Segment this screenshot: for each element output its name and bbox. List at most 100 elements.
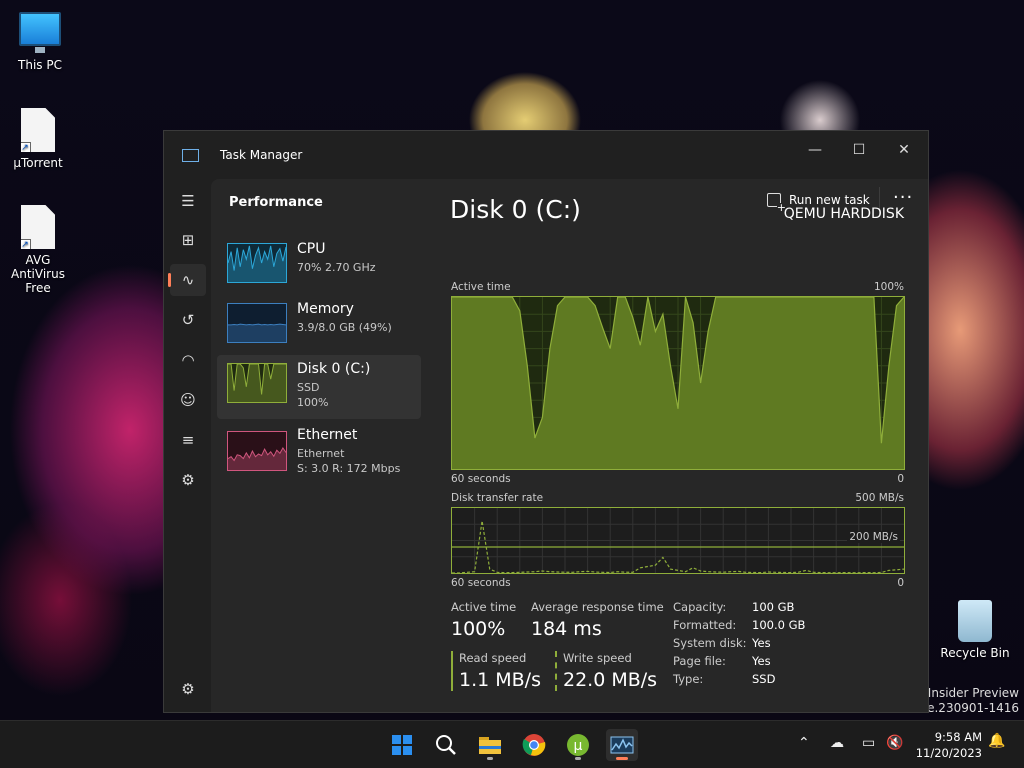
shortcut-arrow-icon: ↗ (21, 239, 31, 249)
system-disk-value: Yes (752, 636, 771, 650)
search-icon[interactable] (430, 729, 462, 761)
running-indicator (616, 757, 628, 760)
disk-thumbnail-graph (227, 363, 287, 403)
users-icon[interactable]: ☺ (170, 384, 206, 416)
file-icon: ↗ (21, 108, 55, 152)
task-manager-icon (182, 149, 199, 162)
transfer-rate-graph-max: 500 MB/s (855, 492, 904, 504)
resource-item-cpu[interactable]: CPU 70% 2.70 GHz (217, 235, 421, 299)
network-off-icon[interactable]: ☁ (830, 735, 844, 751)
capacity-value: 100 GB (752, 600, 795, 614)
notification-bell-icon[interactable]: 🔔 (988, 733, 1005, 749)
file-explorer-icon[interactable] (474, 729, 506, 761)
active-time-stat-value: 100% (451, 618, 506, 640)
resource-item-disk[interactable]: Disk 0 (C:) SSD 100% (217, 355, 421, 419)
display-icon[interactable]: ▭ (862, 735, 875, 751)
task-manager-window: Task Manager — ☐ ✕ ☰ ⊞ ∿ ↺ ◠ ☺ ≡ ⚙ ⚙ Per… (163, 130, 929, 713)
formatted-label: Formatted: (673, 618, 737, 632)
resource-detail: 100% (297, 396, 329, 409)
shortcut-arrow-icon: ↗ (21, 142, 31, 152)
read-speed-legend-line (451, 651, 453, 691)
chrome-icon[interactable] (518, 729, 550, 761)
disk-model: QEMU HARDDISK (783, 206, 904, 222)
svg-text:µ: µ (574, 738, 583, 754)
active-time-graph-duration: 60 seconds (451, 473, 511, 485)
resource-name: Ethernet (297, 427, 358, 443)
computer-icon (19, 12, 61, 53)
resource-name: Disk 0 (C:) (297, 361, 371, 377)
resource-item-memory[interactable]: Memory 3.9/8.0 GB (49%) (217, 295, 421, 359)
startup-apps-icon[interactable]: ◠ (170, 344, 206, 376)
desktop-icon-recycle-bin[interactable]: Recycle Bin (937, 600, 1013, 660)
resource-detail: 3.9/8.0 GB (49%) (297, 321, 392, 334)
system-clock[interactable]: 9:58 AM 11/20/2023 (916, 729, 982, 761)
clock-time: 9:58 AM (934, 730, 982, 744)
task-manager-icon[interactable] (606, 729, 638, 761)
system-disk-label: System disk: (673, 636, 747, 650)
run-new-task-label: Run new task (789, 193, 870, 207)
transfer-rate-graph-duration: 60 seconds (451, 577, 511, 589)
hamburger-menu-icon[interactable]: ☰ (170, 185, 206, 217)
transfer-rate-line-label: 200 MB/s (847, 531, 900, 543)
desktop-icon-avg[interactable]: ↗ AVG AntiVirus Free (0, 205, 76, 295)
read-speed-value: 1.1 MB/s (459, 669, 541, 691)
desktop-icon-label: AVG AntiVirus Free (11, 253, 65, 295)
window-title: Task Manager (220, 148, 303, 162)
recycle-bin-icon (958, 600, 992, 642)
running-indicator (575, 757, 581, 760)
maximize-button[interactable]: ☐ (836, 135, 882, 165)
formatted-value: 100.0 GB (752, 618, 806, 632)
run-new-task-button[interactable]: Run new task (767, 193, 870, 213)
clock-date: 11/20/2023 (915, 746, 982, 760)
running-indicator (487, 757, 493, 760)
resource-detail: SSD (297, 381, 320, 394)
active-time-stat-label: Active time (451, 600, 517, 614)
performance-page: Performance Run new task ··· CPU 70% 2.7… (211, 179, 928, 712)
page-file-label: Page file: (673, 654, 726, 668)
resource-detail: S: 3.0 R: 172 Mbps (297, 462, 401, 475)
avg-response-label: Average response time (531, 600, 664, 614)
active-time-graph-max: 100% (873, 281, 904, 293)
file-icon: ↗ (21, 205, 55, 249)
processes-icon[interactable]: ⊞ (170, 224, 206, 256)
disk-title: Disk 0 (C:) (450, 195, 581, 224)
memory-thumbnail-graph (227, 303, 287, 343)
services-icon[interactable]: ⚙ (170, 464, 206, 496)
performance-icon[interactable]: ∿ (168, 264, 206, 296)
transfer-rate-graph-min: 0 (897, 577, 904, 589)
close-button[interactable]: ✕ (881, 135, 927, 165)
write-speed-legend-line (555, 651, 557, 691)
desktop-icon-label: µTorrent (13, 156, 63, 170)
resource-name: CPU (297, 241, 326, 257)
run-task-icon (767, 193, 786, 213)
resource-item-ethernet[interactable]: Ethernet Ethernet S: 3.0 R: 172 Mbps (217, 421, 421, 485)
resource-detail: 70% 2.70 GHz (297, 261, 376, 274)
desktop-icon-label: Recycle Bin (940, 646, 1010, 660)
thumbnail-area (228, 324, 286, 342)
title-bar[interactable]: Task Manager — ☐ ✕ (164, 131, 928, 179)
navigation-rail: ☰ ⊞ ∿ ↺ ◠ ☺ ≡ ⚙ ⚙ (164, 179, 210, 712)
minimize-button[interactable]: — (792, 135, 838, 165)
page-file-value: Yes (752, 654, 771, 668)
more-options-icon[interactable]: ··· (893, 187, 913, 208)
desktop-icon-this-pc[interactable]: This PC (2, 12, 78, 72)
start-icon[interactable] (386, 729, 418, 761)
utorrent-icon[interactable]: µ (562, 729, 594, 761)
desktop-icon-utorrent[interactable]: ↗ µTorrent (0, 108, 76, 170)
resource-detail: Ethernet (297, 447, 345, 460)
cpu-thumbnail-graph (227, 243, 287, 283)
resource-name: Memory (297, 301, 354, 317)
read-speed-label: Read speed (459, 651, 527, 665)
ethernet-thumbnail-graph (227, 431, 287, 471)
write-speed-label: Write speed (563, 651, 632, 665)
type-label: Type: (673, 672, 704, 686)
details-icon[interactable]: ≡ (170, 424, 206, 456)
chevron-up-icon[interactable]: ⌃ (798, 735, 810, 751)
volume-mute-icon[interactable]: 🔇 (886, 735, 903, 751)
avg-response-value: 184 ms (531, 618, 602, 640)
settings-icon[interactable]: ⚙ (170, 673, 206, 705)
active-time-graph-min: 0 (897, 473, 904, 485)
active-time-graph-label: Active time (451, 281, 511, 293)
transfer-rate-graph (451, 507, 905, 574)
app-history-icon[interactable]: ↺ (170, 304, 206, 336)
